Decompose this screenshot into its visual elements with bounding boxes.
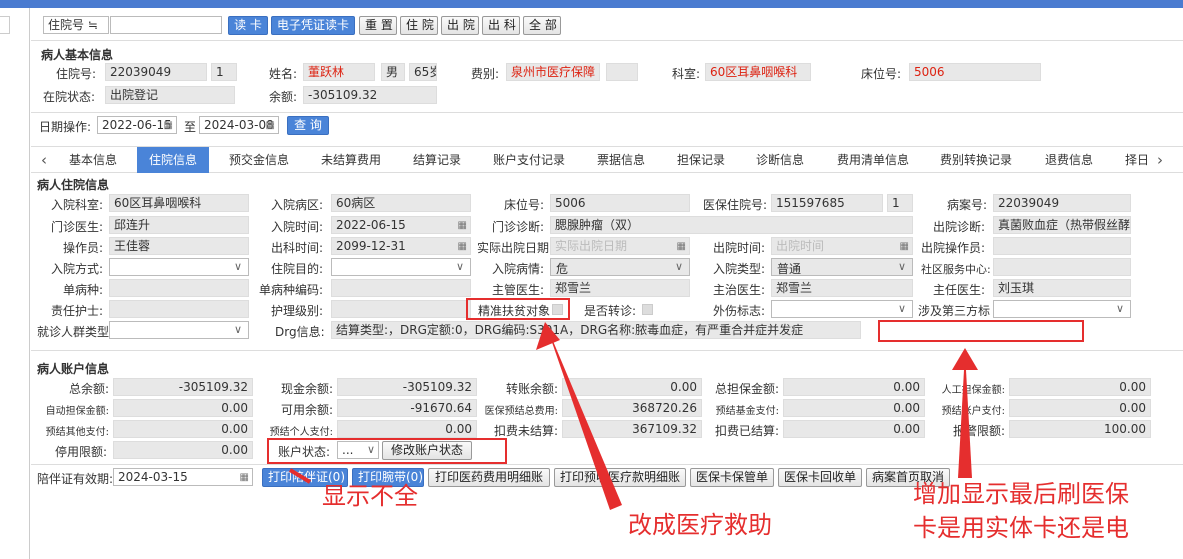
annotation-arrow-not-shown xyxy=(288,468,312,484)
annotation-add-display-line2: 卡是用实体卡还是电 xyxy=(913,514,1129,542)
annotation-not-fully-shown: 显示不全 xyxy=(322,482,418,510)
annotation-arrow-head-medical-aid xyxy=(536,322,560,350)
annotation-arrows xyxy=(288,322,978,510)
annotation-add-display-line1: 增加显示最后刷医保 xyxy=(913,480,1129,508)
annotation-arrow-third-party xyxy=(958,352,972,478)
annotation-arrow-head-third-party xyxy=(952,348,978,370)
annotation-arrow-medical-aid xyxy=(545,322,622,510)
annotation-change-to-medical-aid: 改成医疗救助 xyxy=(628,511,772,539)
